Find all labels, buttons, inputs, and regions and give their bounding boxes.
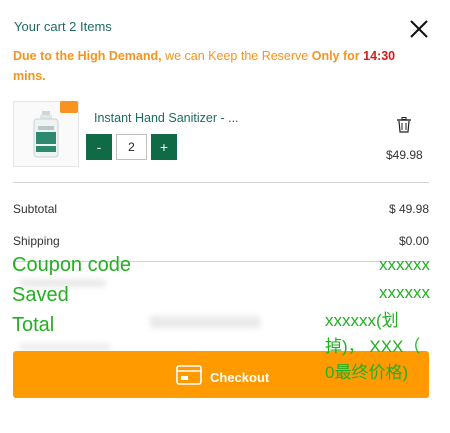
- total-value-annotation: xxxxxx(划 掉)， XXX（ 0最终价格): [325, 308, 420, 386]
- reserve-notice: Due to the High Demand, we can Keep the …: [13, 46, 423, 86]
- notice-emphasis: Due to the High Demand,: [13, 49, 162, 63]
- coupon-code-annotation: Coupon code: [12, 254, 131, 276]
- shipping-label: Shipping: [13, 234, 60, 248]
- quantity-increase-button[interactable]: +: [151, 134, 177, 160]
- notice-text: we can Keep the Reserve: [161, 49, 312, 63]
- total-annotation-line: xxxxxx(划: [325, 311, 399, 330]
- blurred-text: [150, 316, 260, 328]
- trash-icon[interactable]: [397, 117, 411, 133]
- credit-card-icon: [176, 365, 202, 385]
- quantity-input[interactable]: 2: [116, 134, 147, 160]
- blurred-text: [20, 344, 110, 350]
- reserve-time: 14:30: [363, 49, 396, 63]
- coupon-value-annotation: xxxxxx: [379, 255, 430, 274]
- product-name[interactable]: Instant Hand Sanitizer - ...: [94, 111, 239, 125]
- saved-annotation: Saved: [12, 284, 69, 306]
- sale-badge: [60, 101, 78, 113]
- subtotal-label: Subtotal: [13, 202, 58, 216]
- item-price: $49.98: [386, 148, 423, 162]
- notice-emphasis-2: Only for: [311, 49, 364, 63]
- cart-title: Your cart 2 Items: [14, 19, 112, 34]
- shipping-value: $0.00: [398, 234, 429, 248]
- saved-value-annotation: xxxxxx: [379, 283, 430, 302]
- close-icon[interactable]: [408, 18, 430, 40]
- checkout-label: Checkout: [210, 370, 270, 385]
- divider: [13, 182, 429, 183]
- total-annotation: Total: [12, 314, 55, 336]
- quantity-decrease-button[interactable]: -: [86, 134, 112, 160]
- total-annotation-line: 0最终价格): [325, 363, 409, 382]
- subtotal-value: $ 49.98: [388, 202, 429, 216]
- total-annotation-line: 掉)， XXX（: [325, 337, 421, 356]
- notice-mins: mins.: [13, 69, 46, 83]
